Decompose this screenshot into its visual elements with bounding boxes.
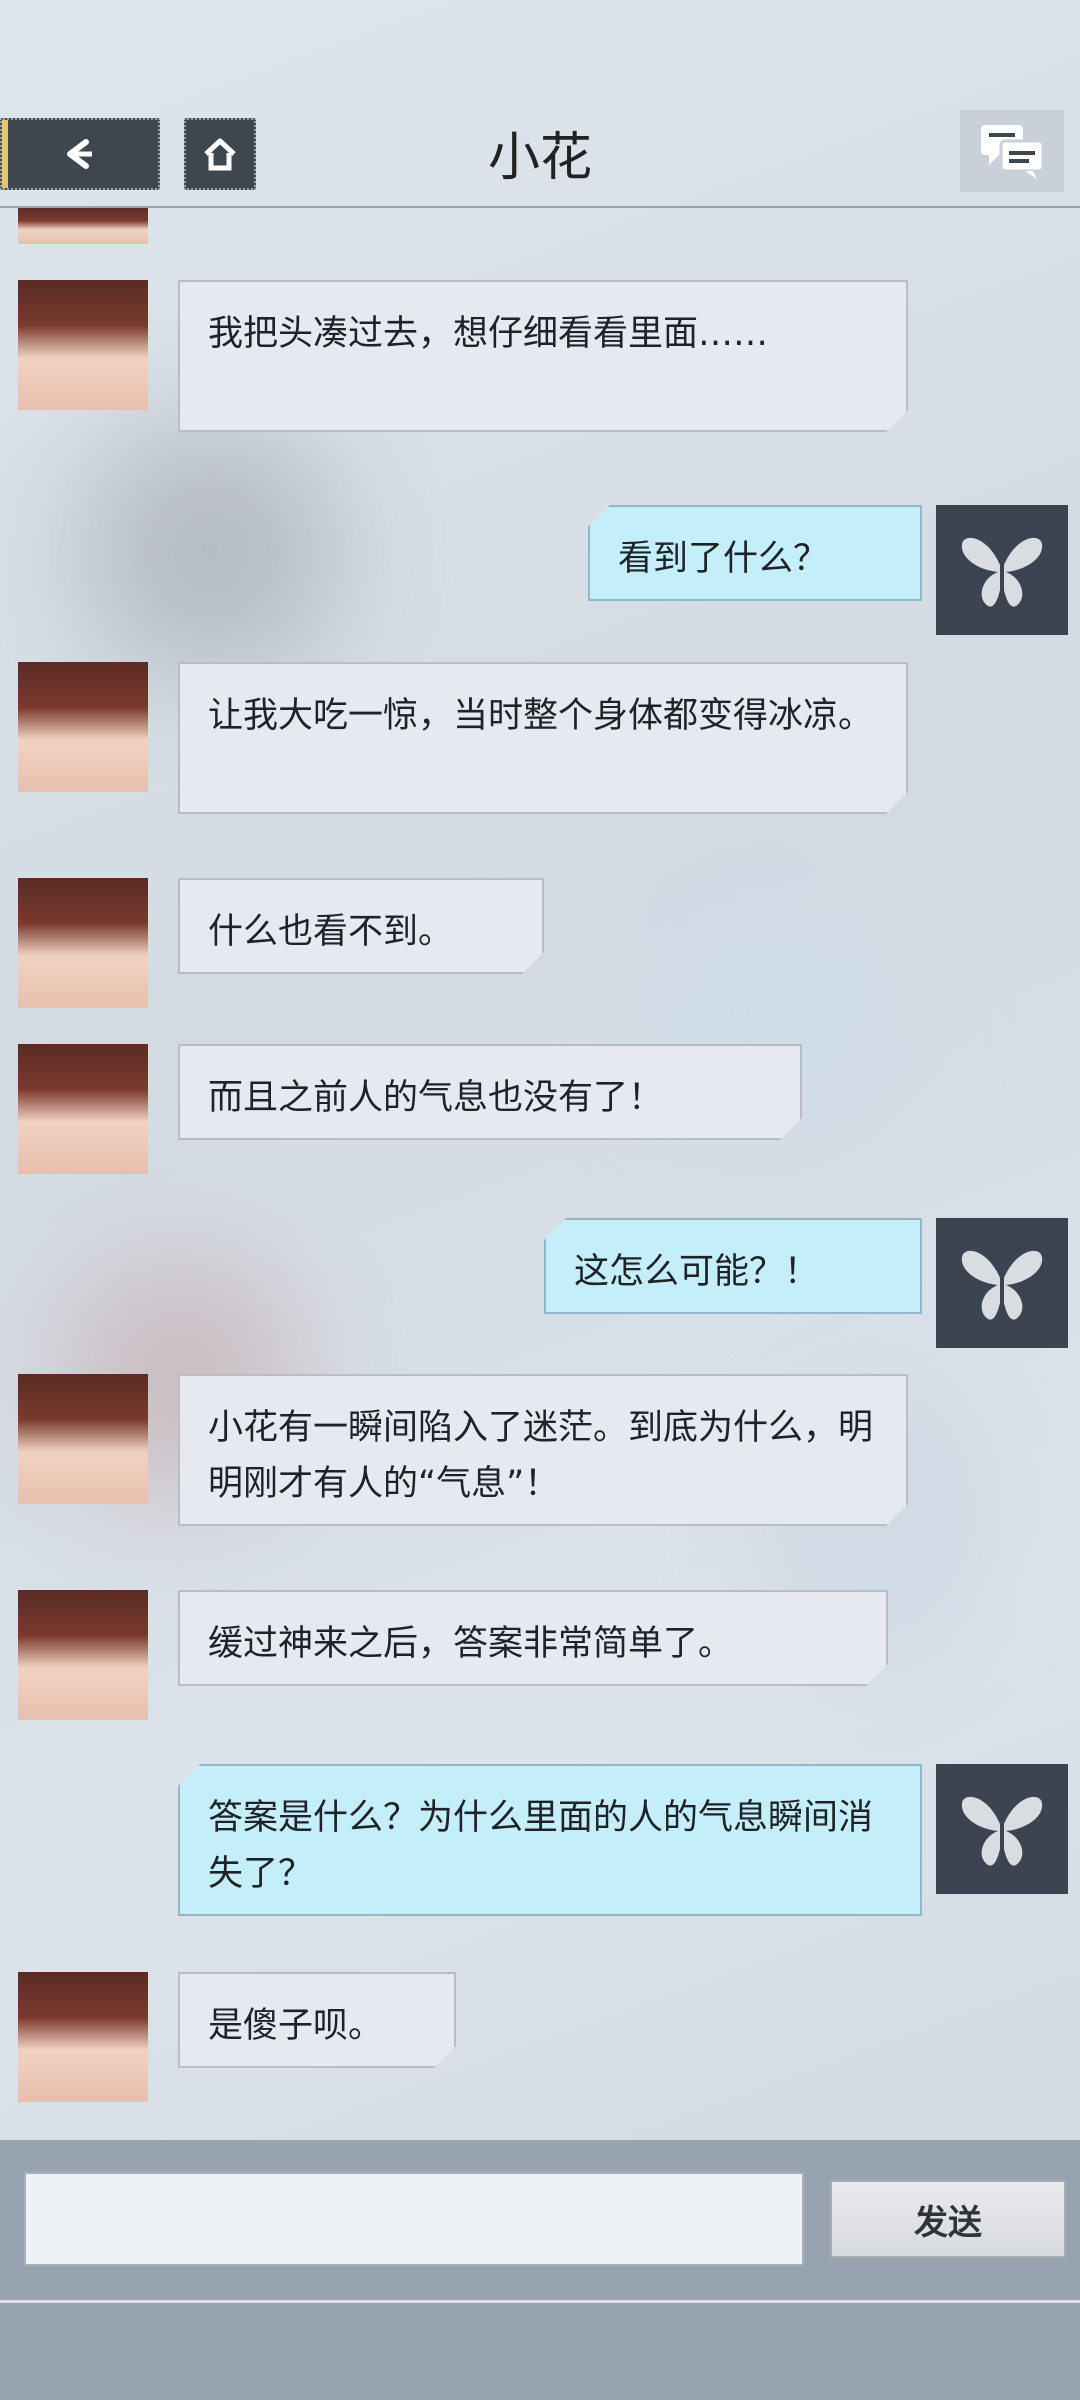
message-text: 这怎么可能？！	[574, 1252, 820, 1292]
header: 小花	[0, 0, 1080, 208]
message-bubble-them: 缓过神来之后，答案非常简单了。	[178, 1590, 888, 1686]
composer-divider	[0, 2300, 1080, 2303]
message-bubble-me: 看到了什么？	[588, 505, 922, 601]
butterfly-icon	[961, 1796, 1043, 1866]
page-title: 小花	[487, 128, 592, 188]
butterfly-icon	[961, 1250, 1043, 1320]
message-bubble-them: 什么也看不到。	[178, 878, 544, 974]
chat-history-button[interactable]	[960, 110, 1064, 192]
message-text: 缓过神来之后，答案非常简单了。	[208, 1624, 734, 1664]
message-bubble-them: 我把头凑过去，想仔细看看里面……	[178, 280, 908, 432]
avatar-xiaohua	[18, 208, 148, 244]
butterfly-icon	[961, 537, 1043, 607]
avatar-xiaohua	[18, 1972, 148, 2102]
avatar-xiaohua	[18, 878, 148, 1008]
message-text: 小花有一瞬间陷入了迷茫。到底为什么，明明刚才有人的“气息”！	[208, 1408, 874, 1504]
message-bubble-them: 小花有一瞬间陷入了迷茫。到底为什么，明明刚才有人的“气息”！	[178, 1374, 908, 1526]
avatar-xiaohua	[18, 662, 148, 792]
message-text: 答案是什么？为什么里面的人的气息瞬间消失了？	[208, 1798, 874, 1894]
header-divider	[0, 206, 1080, 208]
message-text: 是傻子呗。	[208, 2006, 384, 2046]
avatar-xiaohua	[18, 280, 148, 410]
message-text: 我把头凑过去，想仔细看看里面……	[208, 314, 769, 354]
avatar-xiaohua	[18, 1044, 148, 1174]
message-bubble-me: 这怎么可能？！	[544, 1218, 922, 1314]
message-bubble-them: 是傻子呗。	[178, 1972, 456, 2068]
avatar-me	[936, 505, 1068, 635]
message-input[interactable]	[24, 2172, 804, 2266]
message-bubble-them: 让我大吃一惊，当时整个身体都变得冰凉。	[178, 662, 908, 814]
message-bubble-me: 答案是什么？为什么里面的人的气息瞬间消失了？	[178, 1764, 922, 1916]
message-text: 看到了什么？	[618, 539, 829, 579]
chat-bubbles-icon	[981, 125, 1045, 179]
avatar-me	[936, 1764, 1068, 1894]
message-text: 而且之前人的气息也没有了！	[208, 1078, 664, 1118]
avatar-me	[936, 1218, 1068, 1348]
avatar-xiaohua	[18, 1374, 148, 1504]
message-text: 什么也看不到。	[208, 912, 454, 952]
send-button[interactable]: 发送	[830, 2180, 1066, 2258]
avatar-xiaohua	[18, 1590, 148, 1720]
message-bubble-them: 而且之前人的气息也没有了！	[178, 1044, 802, 1140]
message-text: 让我大吃一惊，当时整个身体都变得冰凉。	[208, 696, 874, 736]
